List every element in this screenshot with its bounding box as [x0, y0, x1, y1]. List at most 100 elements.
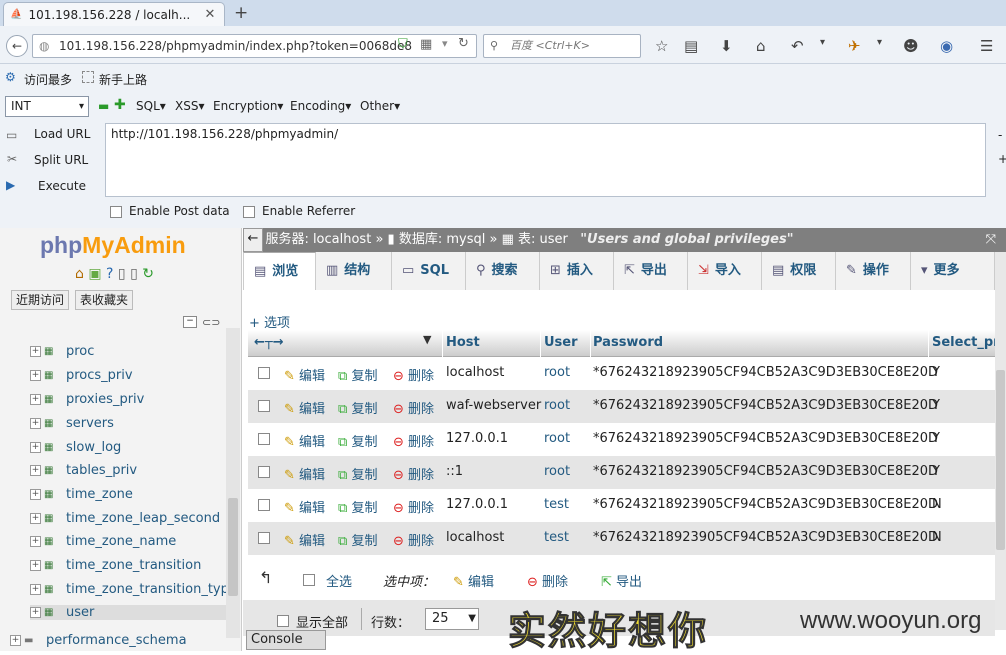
tab-import[interactable]: ⇲ 导入: [688, 252, 762, 290]
tree-db-performance-schema[interactable]: + ▬ performance_schema: [10, 633, 187, 648]
addon-icon[interactable]: ✈: [848, 37, 861, 55]
edit-link[interactable]: ✎ 编辑: [284, 365, 325, 384]
cell-select-priv[interactable]: N: [932, 497, 942, 512]
qrcode-icon[interactable]: ▦: [420, 37, 432, 52]
cell-select-priv[interactable]: Y: [932, 464, 940, 479]
main-scrollbar-thumb[interactable]: [996, 370, 1005, 550]
bulk-export-button[interactable]: ⇱ 导出: [601, 571, 642, 590]
dropdown-icon[interactable]: ▾: [877, 37, 882, 48]
menu-other[interactable]: Other▾: [360, 99, 400, 113]
delete-link[interactable]: ⊖ 删除: [393, 431, 434, 450]
copy-link[interactable]: ⧉ 复制: [338, 497, 377, 516]
logout-icon[interactable]: ▣: [88, 266, 101, 282]
delete-link[interactable]: ⊖ 删除: [393, 365, 434, 384]
cell-password[interactable]: *676243218923905CF94CB52A3C9D3EB30CE8E20…: [593, 497, 938, 512]
column-password[interactable]: Password: [593, 335, 663, 350]
collapse-icon[interactable]: ⤧: [986, 228, 996, 252]
cell-host[interactable]: 127.0.0.1: [446, 497, 508, 512]
docs-icon[interactable]: ▯: [118, 266, 126, 282]
sort-dropdown-icon[interactable]: ▼: [423, 333, 431, 346]
enable-referrer-checkbox[interactable]: [243, 204, 255, 218]
cell-password[interactable]: *676243218923905CF94CB52A3C9D3EB30CE8E20…: [593, 365, 938, 380]
tab-export[interactable]: ⇱ 导出: [614, 252, 688, 290]
undo-icon[interactable]: ↶: [791, 37, 804, 55]
collapse-all-icon[interactable]: −: [183, 316, 197, 328]
cell-host[interactable]: waf-webserver: [446, 398, 541, 413]
browser-tab[interactable]: ⛵ 101.198.156.228 / localh... ✕: [3, 2, 225, 26]
cell-user[interactable]: root: [544, 398, 570, 413]
hackbar-url-textarea[interactable]: http://101.198.156.228/phpmyadmin/: [105, 123, 986, 197]
menu-encoding[interactable]: Encoding▾: [290, 99, 351, 113]
tab-search[interactable]: ⚲ 搜索: [466, 252, 540, 290]
column-host[interactable]: Host: [446, 335, 480, 350]
cell-host[interactable]: localhost: [446, 365, 504, 380]
link-icon[interactable]: ⊂⊃: [202, 316, 220, 329]
row-checkbox[interactable]: [258, 398, 270, 413]
load-url-button[interactable]: Load URL: [34, 127, 90, 141]
bookmark-most-visited[interactable]: 访问最多: [24, 71, 72, 88]
nav-scrollbar-thumb[interactable]: [228, 498, 238, 596]
cell-password[interactable]: *676243218923905CF94CB52A3C9D3EB30CE8E20…: [593, 530, 938, 545]
tab-privileges[interactable]: ▤ 权限: [762, 252, 836, 290]
copy-link[interactable]: ⧉ 复制: [338, 431, 377, 450]
cell-select-priv[interactable]: Y: [932, 431, 940, 446]
home-icon[interactable]: ⌂: [75, 266, 84, 282]
breadcrumb-server[interactable]: 服务器: localhost: [265, 232, 371, 247]
new-tab-icon[interactable]: +: [234, 3, 248, 23]
close-tab-icon[interactable]: ✕: [204, 7, 215, 22]
dropdown-icon[interactable]: ▾: [820, 37, 825, 48]
help-icon[interactable]: ?: [106, 266, 113, 282]
cell-password[interactable]: *676243218923905CF94CB52A3C9D3EB30CE8E20…: [593, 398, 938, 413]
settings-icon[interactable]: ▯: [130, 266, 138, 282]
cell-password[interactable]: *676243218923905CF94CB52A3C9D3EB30CE8E20…: [593, 464, 938, 479]
minus-icon[interactable]: ▬: [98, 99, 109, 113]
tree-item-time-zone[interactable]: + ▦ time_zone: [30, 487, 133, 502]
tab-browse[interactable]: ▤ 浏览: [243, 252, 316, 290]
tree-item-slow-log[interactable]: + ▦ slow_log: [30, 440, 121, 455]
cell-user[interactable]: test: [544, 530, 569, 545]
menu-encryption[interactable]: Encryption▾: [213, 99, 283, 113]
cell-user[interactable]: root: [544, 365, 570, 380]
console-tab[interactable]: Console: [246, 630, 326, 650]
favorites-tab[interactable]: 表收藏夹: [75, 290, 134, 310]
edit-link[interactable]: ✎ 编辑: [284, 530, 325, 549]
recent-tab[interactable]: 近期访问: [11, 290, 70, 310]
tree-item-proc[interactable]: + ▦ proc: [30, 344, 94, 359]
split-url-button[interactable]: Split URL: [34, 153, 88, 167]
tab-more[interactable]: ▾ 更多: [911, 252, 995, 290]
enable-post-checkbox[interactable]: [110, 204, 122, 218]
breadcrumb-table[interactable]: 表: user: [518, 232, 568, 247]
bookmark-getting-started[interactable]: 新手上路: [99, 71, 147, 88]
cell-host[interactable]: 127.0.0.1: [446, 431, 508, 446]
account-icon[interactable]: ◉: [940, 37, 953, 55]
copy-link[interactable]: ⧉ 复制: [338, 365, 377, 384]
select-all-label[interactable]: 全选: [326, 571, 352, 590]
copy-link[interactable]: ⧉ 复制: [338, 398, 377, 417]
menu-sql[interactable]: SQL▾: [136, 99, 166, 113]
edit-link[interactable]: ✎ 编辑: [284, 464, 325, 483]
tab-insert[interactable]: ⊞ 插入: [540, 252, 614, 290]
cell-select-priv[interactable]: N: [932, 530, 942, 545]
back-icon[interactable]: ←: [6, 35, 28, 57]
phpmyadmin-logo[interactable]: phpMyAdmin: [40, 232, 186, 259]
select-all-checkbox[interactable]: [303, 572, 315, 586]
tree-item-procs-priv[interactable]: + ▦ procs_priv: [30, 368, 133, 383]
options-link[interactable]: + 选项: [249, 312, 290, 331]
cell-user[interactable]: root: [544, 464, 570, 479]
bulk-delete-button[interactable]: ⊖ 删除: [527, 571, 568, 590]
tab-operations[interactable]: ✎ 操作: [836, 252, 911, 290]
download-icon[interactable]: ⬇: [720, 37, 733, 55]
reading-list-icon[interactable]: ▤: [684, 37, 698, 55]
delete-link[interactable]: ⊖ 删除: [393, 464, 434, 483]
breadcrumb-database[interactable]: 数据库: mysql: [399, 232, 486, 247]
cell-host[interactable]: ::1: [446, 464, 463, 479]
cell-password[interactable]: *676243218923905CF94CB52A3C9D3EB30CE8E20…: [593, 431, 938, 446]
chat-icon[interactable]: ☻: [903, 37, 919, 55]
tree-item-tables-priv[interactable]: + ▦ tables_priv: [30, 463, 137, 478]
edit-link[interactable]: ✎ 编辑: [284, 431, 325, 450]
cell-select-priv[interactable]: Y: [932, 398, 940, 413]
delete-link[interactable]: ⊖ 删除: [393, 398, 434, 417]
plus-icon[interactable]: ✚: [114, 97, 126, 113]
delete-link[interactable]: ⊖ 删除: [393, 497, 434, 516]
reload-icon[interactable]: ↻: [458, 36, 469, 51]
